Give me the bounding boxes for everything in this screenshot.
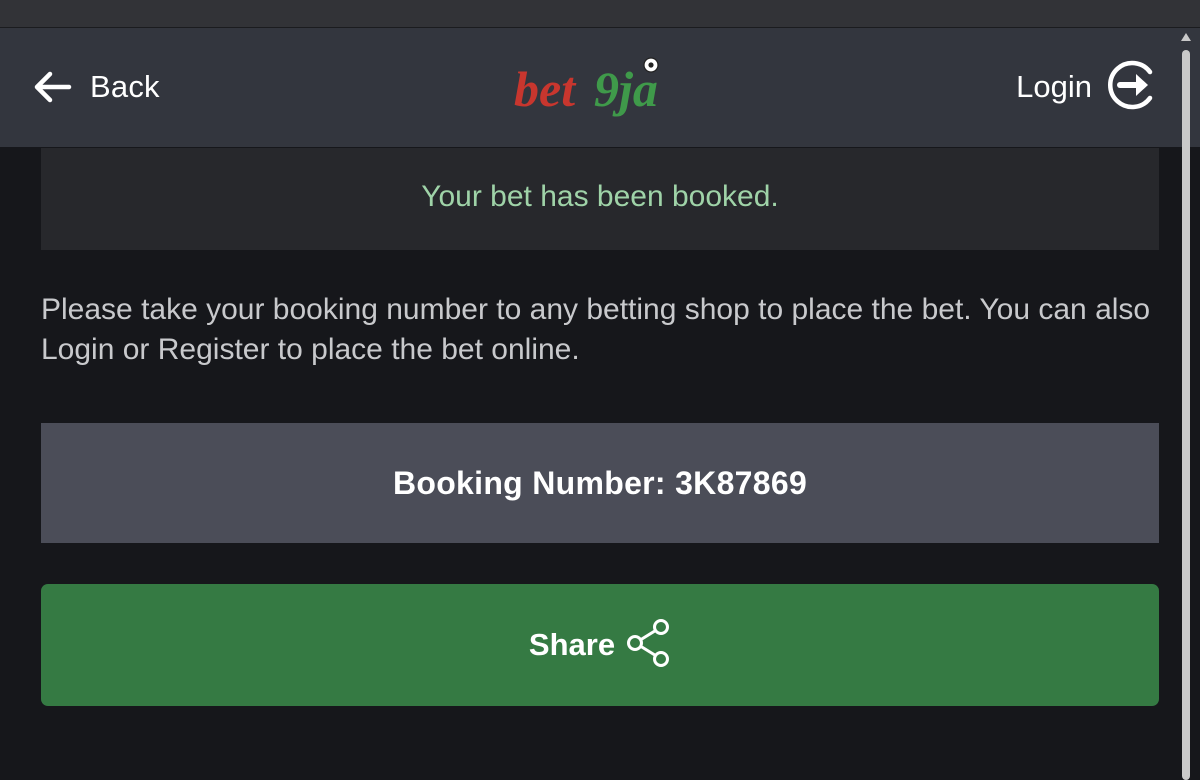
bet9ja-logo[interactable]: bet 9ja bbox=[514, 54, 690, 118]
login-arrow-circle-icon bbox=[1106, 58, 1160, 117]
page-scrollbar[interactable] bbox=[1180, 30, 1192, 780]
share-button[interactable]: Share bbox=[41, 584, 1159, 706]
share-nodes-icon bbox=[627, 618, 671, 673]
scrollbar-thumb[interactable] bbox=[1182, 50, 1190, 780]
scroll-up-arrow-icon[interactable] bbox=[1180, 30, 1192, 44]
back-button[interactable]: Back bbox=[32, 62, 160, 112]
login-button[interactable]: Login bbox=[1016, 58, 1160, 116]
booking-number-box: Booking Number: 3K87869 bbox=[41, 423, 1159, 543]
confirmation-message: Your bet has been booked. bbox=[421, 180, 779, 213]
share-label: Share bbox=[528, 627, 616, 662]
login-label: Login bbox=[1016, 69, 1092, 104]
svg-text:bet: bet bbox=[514, 61, 577, 117]
booking-confirmation-banner: Your bet has been booked. bbox=[41, 148, 1159, 250]
browser-top-strip bbox=[0, 0, 1200, 28]
back-label: Back bbox=[90, 69, 160, 104]
booking-number: Booking Number: 3K87869 bbox=[392, 464, 808, 501]
booking-instructions: Please take your booking number to any b… bbox=[41, 293, 1151, 366]
arrow-left-icon bbox=[32, 70, 72, 104]
